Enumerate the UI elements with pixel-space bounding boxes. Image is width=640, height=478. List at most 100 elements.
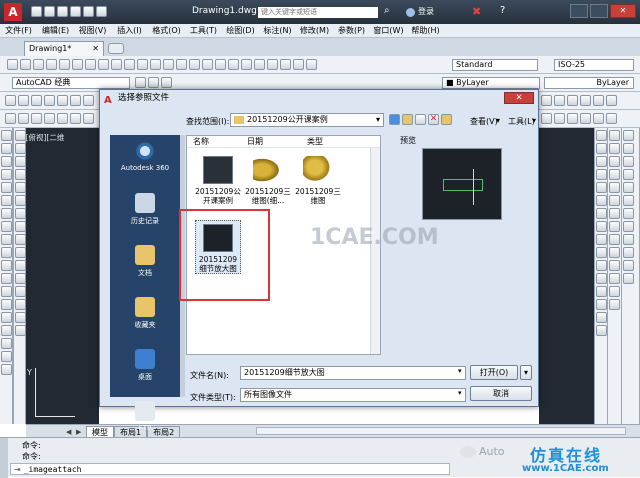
- tool-match-icon[interactable]: [124, 59, 135, 70]
- tab-drawing1[interactable]: Drawing1* ✕: [24, 41, 104, 56]
- new-tab-button[interactable]: [108, 43, 124, 54]
- make-block-icon[interactable]: [1, 286, 12, 297]
- horizontal-scrollbar[interactable]: [256, 427, 626, 435]
- ellipse-arc-icon[interactable]: [1, 260, 12, 271]
- obj-i-icon[interactable]: [554, 113, 565, 124]
- snap-g-icon[interactable]: [596, 208, 607, 219]
- back-icon[interactable]: [389, 114, 400, 125]
- scale-icon[interactable]: [15, 221, 26, 232]
- column-type[interactable]: 类型: [307, 136, 367, 147]
- tool-copy-icon[interactable]: [98, 59, 109, 70]
- dim-aligned-icon[interactable]: [18, 95, 29, 106]
- ref-j-icon[interactable]: [623, 247, 634, 258]
- dim-i-icon[interactable]: [609, 234, 620, 245]
- snap-m-icon[interactable]: [596, 286, 607, 297]
- tool-zoom-window-icon[interactable]: [202, 59, 213, 70]
- ref-g-icon[interactable]: [623, 208, 634, 219]
- snap-f-icon[interactable]: [596, 195, 607, 206]
- obj-j-icon[interactable]: [567, 113, 578, 124]
- dialog-close-button[interactable]: ✕: [504, 92, 534, 104]
- search-input[interactable]: 键入关键字或短语: [258, 7, 378, 18]
- erase-icon[interactable]: [15, 130, 26, 141]
- ref-k-icon[interactable]: [623, 260, 634, 271]
- tool-publish-icon[interactable]: [72, 59, 83, 70]
- tool-block-icon[interactable]: [137, 59, 148, 70]
- offset-icon[interactable]: [15, 169, 26, 180]
- dim-b-icon[interactable]: [609, 143, 620, 154]
- tool-cut-icon[interactable]: [85, 59, 96, 70]
- ref-l-icon[interactable]: [623, 273, 634, 284]
- dim-n-icon[interactable]: [609, 299, 620, 310]
- snap-a-icon[interactable]: [596, 130, 607, 141]
- menu-window[interactable]: 窗口(W): [370, 24, 407, 38]
- tool-help-icon[interactable]: [306, 59, 317, 70]
- open-icon[interactable]: [44, 6, 55, 17]
- tools-chevron-icon[interactable]: ▾: [532, 116, 536, 125]
- polyline-icon[interactable]: [1, 156, 12, 167]
- tool-print-icon[interactable]: [46, 59, 57, 70]
- tool-zoom-prev-icon[interactable]: [215, 59, 226, 70]
- dim-radius-icon[interactable]: [57, 95, 68, 106]
- snap-d-icon[interactable]: [596, 169, 607, 180]
- tool-sheet-icon[interactable]: [267, 59, 278, 70]
- trim-icon[interactable]: [15, 247, 26, 258]
- obj-b-icon[interactable]: [18, 113, 29, 124]
- snap-h-icon[interactable]: [596, 221, 607, 232]
- dim-linear-icon[interactable]: [5, 95, 16, 106]
- ref-a-icon[interactable]: [623, 130, 634, 141]
- dim-c-icon[interactable]: [609, 156, 620, 167]
- tool-redo-icon[interactable]: [163, 59, 174, 70]
- tool-pan-icon[interactable]: [176, 59, 187, 70]
- revcloud-icon[interactable]: [1, 221, 12, 232]
- extend-icon[interactable]: [15, 260, 26, 271]
- fillet-icon[interactable]: [15, 312, 26, 323]
- table-icon[interactable]: [1, 351, 12, 362]
- prev-tab-icon[interactable]: ◀: [66, 428, 76, 437]
- ref-d-icon[interactable]: [623, 169, 634, 180]
- array-icon[interactable]: [15, 182, 26, 193]
- dim-arc-icon[interactable]: [31, 95, 42, 106]
- snap-l-icon[interactable]: [596, 273, 607, 284]
- ellipse-icon[interactable]: [1, 247, 12, 258]
- linetype-select[interactable]: ByLayer: [544, 77, 634, 89]
- redo-icon[interactable]: [96, 6, 107, 17]
- dim-jogged-icon[interactable]: [70, 95, 81, 106]
- snap-c-icon[interactable]: [596, 156, 607, 167]
- snap-b-icon[interactable]: [596, 143, 607, 154]
- drawing-canvas-right[interactable]: [539, 128, 594, 424]
- dim-f-icon[interactable]: [609, 195, 620, 206]
- tool-d-icon[interactable]: [580, 95, 591, 106]
- tool-b-icon[interactable]: [554, 95, 565, 106]
- copy-obj-icon[interactable]: [15, 143, 26, 154]
- menu-help[interactable]: 帮助(H): [407, 24, 444, 38]
- menu-insert[interactable]: 插入(I): [111, 24, 148, 38]
- column-date[interactable]: 日期: [247, 136, 307, 147]
- snap-p-icon[interactable]: [596, 325, 607, 336]
- look-in-select[interactable]: 20151209公开课案例 ▾: [230, 113, 384, 127]
- file-item[interactable]: 20151209公开课案例: [195, 156, 241, 205]
- place-autodesk360[interactable]: Autodesk 360: [110, 135, 180, 187]
- menu-dimension[interactable]: 标注(N): [259, 24, 296, 38]
- obj-g-icon[interactable]: [83, 113, 94, 124]
- filetype-chevron-icon[interactable]: ▾: [458, 389, 462, 397]
- dim-g-icon[interactable]: [609, 208, 620, 219]
- tool-preview-icon[interactable]: [59, 59, 70, 70]
- dim-j-icon[interactable]: [609, 247, 620, 258]
- chamfer-icon[interactable]: [15, 299, 26, 310]
- next-tab-icon[interactable]: ▶: [76, 428, 86, 437]
- polygon-icon[interactable]: [1, 169, 12, 180]
- obj-l-icon[interactable]: [593, 113, 604, 124]
- dim-m-icon[interactable]: [609, 286, 620, 297]
- obj-h-icon[interactable]: [541, 113, 552, 124]
- snap-e-icon[interactable]: [596, 182, 607, 193]
- ref-h-icon[interactable]: [623, 221, 634, 232]
- menu-modify[interactable]: 修改(M): [296, 24, 333, 38]
- print-icon[interactable]: [70, 6, 81, 17]
- arc-icon[interactable]: [1, 195, 12, 206]
- obj-f-icon[interactable]: [70, 113, 81, 124]
- tool-c-icon[interactable]: [567, 95, 578, 106]
- snap-o-icon[interactable]: [596, 312, 607, 323]
- tools-menu[interactable]: 工具(L): [508, 116, 535, 127]
- file-list-scrollbar[interactable]: [370, 148, 380, 354]
- dim-ordinate-icon[interactable]: [44, 95, 55, 106]
